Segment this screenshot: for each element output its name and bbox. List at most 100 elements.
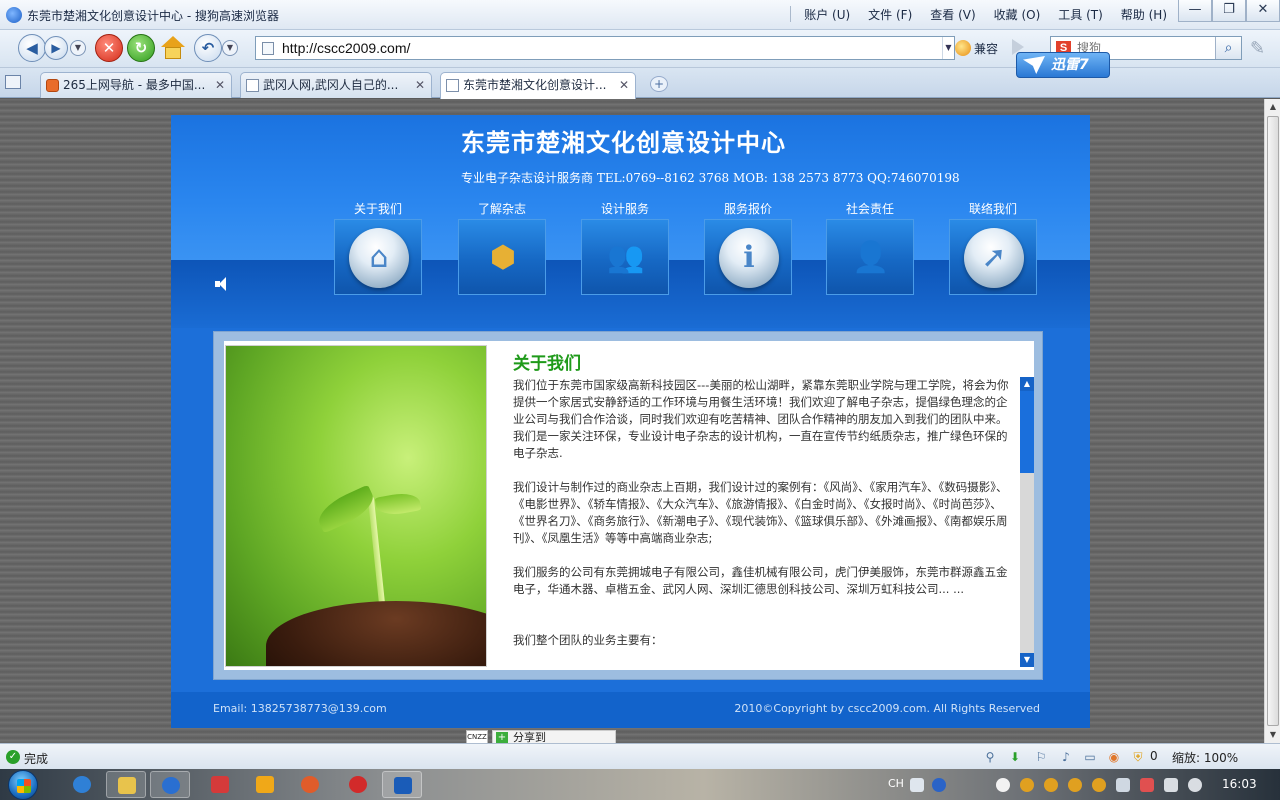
zoom-level[interactable]: 缩放: 100% — [1172, 749, 1238, 766]
window-icon[interactable]: ▭ — [1083, 750, 1097, 764]
box-disc-icon: ⬢ — [489, 240, 517, 275]
title-bar: 东莞市楚湘文化创意设计中心 - 搜狗高速浏览器 账户 (U) 文件 (F) 查看… — [0, 0, 1280, 30]
taskbar-explorer[interactable] — [106, 771, 146, 798]
address-dropdown-icon[interactable]: ▼ — [942, 37, 954, 59]
history-dropdown-icon[interactable]: ▼ — [70, 40, 86, 56]
page-scrollbar[interactable]: ▲ ▼ — [1264, 99, 1280, 743]
panda-icon[interactable] — [996, 778, 1010, 792]
scroll-thumb[interactable] — [1267, 116, 1279, 726]
undo-dropdown-icon[interactable]: ▼ — [222, 40, 238, 56]
tab-close-icon[interactable]: ✕ — [415, 73, 425, 97]
pen-icon[interactable]: ✎ — [1250, 38, 1272, 60]
clock[interactable]: 16:03 — [1222, 777, 1257, 791]
nav-label[interactable]: 服务报价 — [704, 201, 792, 219]
qq-icon[interactable] — [1092, 778, 1106, 792]
menu-file[interactable]: 文件 (F) — [859, 6, 921, 23]
tab-cscc-active[interactable]: 东莞市楚湘文化创意设计... ✕ — [440, 72, 636, 99]
nav-tile[interactable]: 👤 — [826, 219, 914, 295]
nav-pricing[interactable]: 服务报价 ℹ — [704, 201, 792, 295]
ie-icon — [73, 776, 91, 793]
stop-button[interactable]: ✕ — [95, 34, 123, 62]
url-text[interactable]: http://cscc2009.com/ — [282, 40, 410, 56]
windows-taskbar: CH 16:03 — [0, 769, 1280, 800]
footer-email[interactable]: Email: 13825738773@139.com — [213, 702, 387, 715]
home-button[interactable] — [160, 35, 186, 61]
start-button[interactable] — [8, 770, 38, 800]
nav-label[interactable]: 设计服务 — [581, 201, 669, 219]
taskbar-app-star[interactable] — [245, 771, 285, 798]
minimize-button[interactable]: — — [1178, 0, 1212, 22]
nav-tile[interactable]: 👥 — [581, 219, 669, 295]
taskbar-app-blue[interactable] — [382, 771, 422, 798]
monitor-icon[interactable] — [1164, 778, 1178, 792]
nav-label[interactable]: 联络我们 — [949, 201, 1037, 219]
nav-tile[interactable]: ⬢ — [458, 219, 546, 295]
taskbar-app-chat[interactable] — [290, 771, 330, 798]
content-frame: 关于我们 我们位于东莞市国家级高新科技园区---美丽的松山湖畔，紧靠东莞职业学院… — [213, 331, 1043, 680]
scroll-up-icon[interactable]: ▲ — [1020, 377, 1034, 391]
download-icon[interactable]: ⬇ — [1008, 750, 1022, 764]
share-button[interactable]: + 分享到 — [492, 730, 616, 743]
volume-icon[interactable] — [1188, 778, 1202, 792]
nav-design-service[interactable]: 设计服务 👥 — [581, 201, 669, 295]
keyboard-icon[interactable] — [910, 778, 924, 792]
share-widget[interactable]: CNZZ + 分享到 — [466, 730, 616, 743]
tab-close-icon[interactable]: ✕ — [619, 73, 629, 97]
maximize-button[interactable]: ❐ — [1212, 0, 1246, 22]
shield-icon[interactable]: ⛨ — [1131, 750, 1145, 764]
article-scrollbar[interactable]: ▲ ▼ — [1020, 377, 1034, 667]
nav-tile[interactable]: ⌂ — [334, 219, 422, 295]
article-paragraph: 我们服务的公司有东莞拥城电子有限公司，鑫佳机械有限公司，虎门伊美服饰，东莞市群源… — [513, 565, 1008, 596]
menu-view[interactable]: 查看 (V) — [921, 6, 984, 23]
nav-contact-us[interactable]: 联络我们 ➚ — [949, 201, 1037, 295]
nav-tile[interactable]: ➚ — [949, 219, 1037, 295]
refresh-button[interactable]: ↻ — [127, 34, 155, 62]
tab-wugang[interactable]: 武冈人网,武冈人自己的... ✕ — [240, 72, 432, 98]
qq-icon[interactable] — [1020, 778, 1034, 792]
tab-265-nav[interactable]: 265上网导航 - 最多中国... ✕ — [40, 72, 232, 98]
nav-label[interactable]: 社会责任 — [826, 201, 914, 219]
menu-account[interactable]: 账户 (U) — [795, 6, 859, 23]
scroll-down-icon[interactable]: ▼ — [1020, 653, 1034, 667]
search-button[interactable]: ⌕ — [1215, 37, 1241, 59]
nav-about-us[interactable]: 关于我们 ⌂ — [334, 201, 422, 295]
menu-help[interactable]: 帮助 (H) — [1112, 6, 1176, 23]
address-bar[interactable]: http://cscc2009.com/ ▼ — [255, 36, 955, 60]
forward-button[interactable]: ▶ — [44, 36, 68, 60]
taskbar-app-red[interactable] — [200, 771, 240, 798]
seedling-photo — [225, 345, 487, 667]
nav-social-responsibility[interactable]: 社会责任 👤 — [826, 201, 914, 295]
sidebar-toggle-icon[interactable] — [5, 75, 21, 89]
taskbar-app-bird[interactable] — [338, 771, 378, 798]
undo-close-tab-button[interactable]: ↶ — [194, 34, 222, 62]
close-button[interactable]: ✕ — [1246, 0, 1280, 22]
qq-icon[interactable] — [1044, 778, 1058, 792]
nav-label[interactable]: 了解杂志 — [458, 201, 546, 219]
ime-indicator[interactable]: CH — [888, 777, 904, 790]
accelerate-icon[interactable]: ◉ — [1107, 750, 1121, 764]
mouse-gesture-icon[interactable]: ⚲ — [983, 750, 997, 764]
new-tab-button[interactable]: + — [650, 76, 668, 92]
flag-icon[interactable] — [1140, 778, 1154, 792]
taskbar-ie[interactable] — [62, 771, 102, 798]
xunlei-badge[interactable]: 迅雷7 — [1016, 52, 1110, 78]
tab-close-icon[interactable]: ✕ — [215, 73, 225, 97]
nav-tile[interactable]: ℹ — [704, 219, 792, 295]
taskbar-sogou[interactable] — [150, 771, 190, 798]
network-icon[interactable] — [1116, 778, 1130, 792]
menu-favorites[interactable]: 收藏 (O) — [985, 6, 1050, 23]
sound-icon[interactable]: ♪ — [1059, 750, 1073, 764]
speaker-icon[interactable] — [215, 277, 227, 291]
scroll-thumb[interactable] — [1020, 391, 1034, 473]
scroll-up-icon[interactable]: ▲ — [1266, 99, 1280, 115]
nav-label[interactable]: 关于我们 — [334, 201, 422, 219]
scroll-down-icon[interactable]: ▼ — [1266, 727, 1280, 743]
cnzz-logo: CNZZ — [466, 730, 488, 743]
menu-tools[interactable]: 工具 (T) — [1049, 6, 1112, 23]
help-icon[interactable] — [932, 778, 946, 792]
nav-magazine[interactable]: 了解杂志 ⬢ — [458, 201, 546, 295]
link-icon[interactable]: ⚐ — [1034, 750, 1048, 764]
qq-icon[interactable] — [1068, 778, 1082, 792]
compat-mode-button[interactable]: 兼容 — [955, 37, 998, 59]
back-button[interactable]: ◀ — [18, 34, 46, 62]
